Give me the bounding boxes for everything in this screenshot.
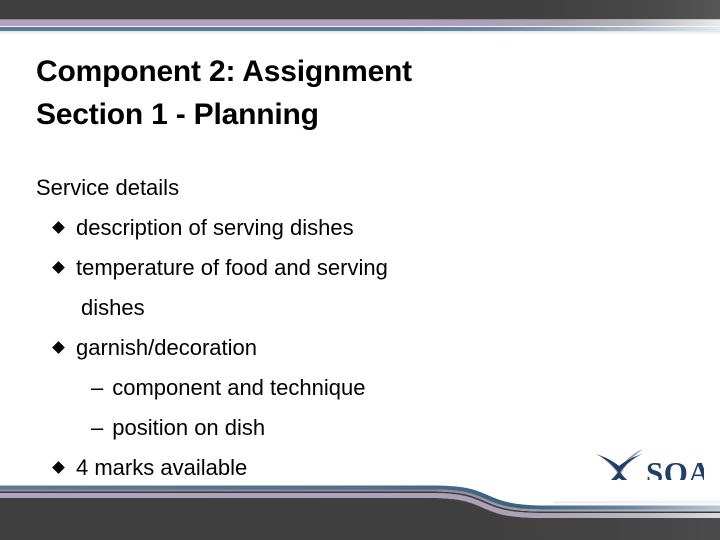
- list-item: description of serving dishes: [36, 208, 596, 248]
- slide-title: Component 2: Assignment Section 1 - Plan…: [36, 50, 676, 136]
- diamond-bullet-icon: [52, 261, 65, 274]
- diamond-bullet-icon: [52, 461, 65, 474]
- diamond-bullet-icon: [52, 221, 65, 234]
- body-line-text: dishes: [81, 295, 145, 320]
- sub-list-item: – position on dish: [36, 408, 596, 448]
- body-line-text: description of serving dishes: [76, 215, 354, 240]
- body-line-text: 4 marks available: [76, 455, 248, 480]
- top-decoration-band: [0, 0, 720, 34]
- slide-canvas: Component 2: Assignment Section 1 - Plan…: [0, 0, 720, 540]
- list-item-wrapped-line: dishes: [36, 288, 596, 328]
- dash-bullet-icon: –: [91, 415, 104, 440]
- body-line-text: component and technique: [112, 375, 366, 400]
- body-line-text: temperature of food and serving: [76, 255, 388, 280]
- bottom-soft-highlight: [552, 501, 720, 506]
- top-fade-gradient: [0, 31, 720, 34]
- sub-list-item: – component and technique: [36, 368, 596, 408]
- body-line-text: position on dish: [112, 415, 266, 440]
- top-dark-band: [0, 0, 720, 20]
- bottom-swoosh-graphic: [0, 480, 720, 540]
- sqa-logo-check-icon: [600, 449, 643, 476]
- body-line-heading: Service details: [36, 168, 596, 208]
- body-line-text: garnish/decoration: [76, 335, 258, 360]
- dash-bullet-icon: –: [91, 375, 104, 400]
- slide-title-line-2: Section 1 - Planning: [36, 98, 319, 131]
- list-item: garnish/decoration: [36, 328, 596, 368]
- slide-body: Service details description of serving d…: [36, 168, 596, 488]
- list-item: temperature of food and serving: [36, 248, 596, 288]
- body-line-text: Service details: [36, 175, 180, 200]
- slide-title-line-1: Component 2: Assignment: [36, 55, 412, 88]
- bottom-decoration-band: [0, 480, 720, 540]
- diamond-bullet-icon: [52, 341, 65, 354]
